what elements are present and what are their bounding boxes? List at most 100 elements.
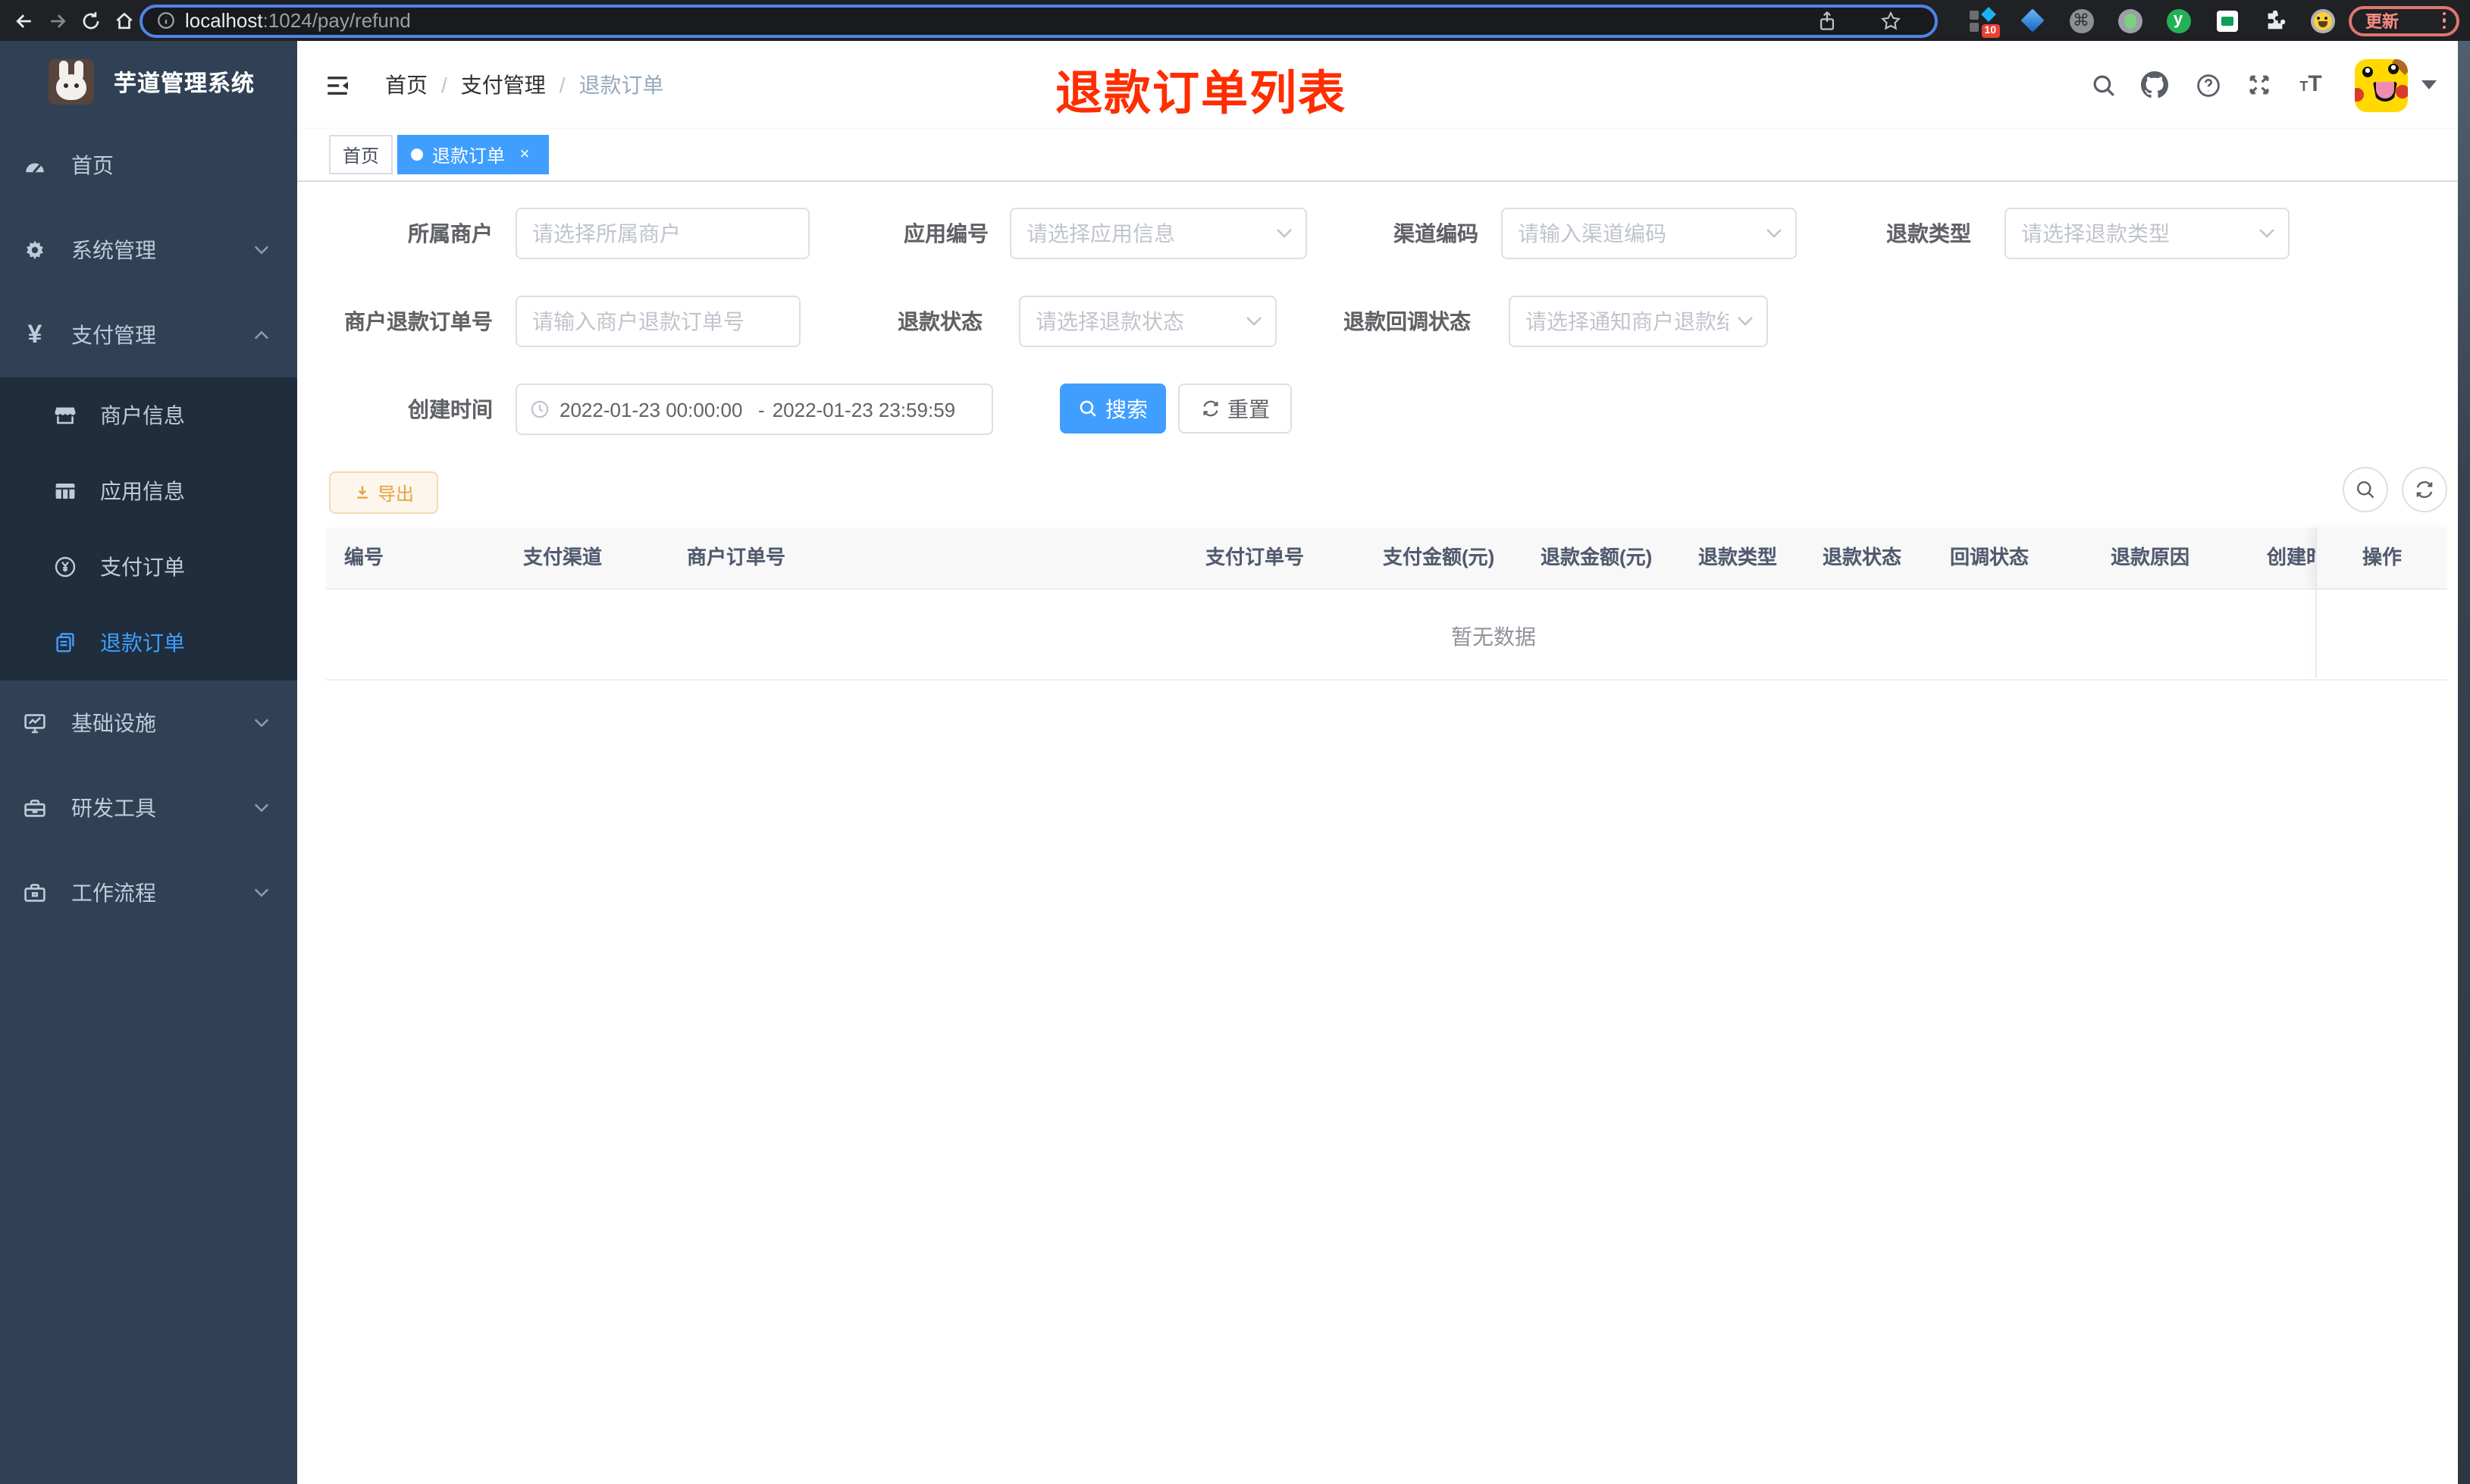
- home-icon: [116, 11, 133, 29]
- merchant-refund-no-input[interactable]: 请输入商户退款订单号: [516, 296, 801, 347]
- tag-label: 首页: [343, 145, 380, 166]
- filter-label-app: 应用编号: [904, 221, 989, 246]
- column-header-refund-status: 退款状态: [1823, 546, 1902, 568]
- tag-home[interactable]: 首页: [329, 135, 393, 174]
- sidebar-item-label: 商户信息: [100, 403, 185, 427]
- sidebar-item-label: 退款订单: [100, 631, 185, 655]
- column-header-refund-type: 退款类型: [1698, 546, 1778, 568]
- app-root: localhost:1024/pay/refund 10 ⌘ y 更新 芋道管理…: [0, 0, 2470, 1484]
- browser-reload-button[interactable]: [73, 0, 109, 41]
- sidebar-toggle-button[interactable]: [318, 67, 355, 103]
- url-host: localhost: [185, 9, 263, 32]
- header-search-button[interactable]: [2089, 71, 2117, 99]
- filter-label-notify-status: 退款回调状态: [1343, 309, 1471, 333]
- sidebar-item-app-info[interactable]: 应用信息: [0, 453, 297, 529]
- chevron-down-icon: [2258, 227, 2276, 240]
- breadcrumb-separator: /: [441, 73, 447, 97]
- sidebar-logo-row[interactable]: 芋道管理系统: [0, 41, 297, 123]
- table-header-row: 编号 支付渠道 商户订单号 支付订单号 支付金额(元) 退款金额(元) 退款类型…: [326, 528, 2447, 590]
- filter-label-merchant-refund-no: 商户退款订单号: [344, 309, 493, 333]
- font-size-button[interactable]: TT: [2294, 71, 2327, 99]
- sidebar-item-dev-tools[interactable]: 研发工具: [0, 765, 297, 850]
- update-label: 更新: [2365, 13, 2399, 31]
- sidebar-item-infrastructure[interactable]: 基础设施: [0, 681, 297, 765]
- bookmark-button[interactable]: [1880, 10, 1901, 31]
- page-title-annotation: 退款订单列表: [1055, 67, 1346, 120]
- breadcrumb-home[interactable]: 首页: [385, 70, 428, 100]
- sidebar-item-system[interactable]: 系统管理: [0, 208, 297, 293]
- browser-toolbar: localhost:1024/pay/refund 10 ⌘ y 更新: [0, 0, 2470, 41]
- sidebar-item-label: 支付订单: [100, 555, 185, 579]
- notify-status-select[interactable]: 请选择通知商户退款结果: [1509, 296, 1768, 347]
- dashboard-icon: [23, 153, 47, 177]
- sidebar-item-pay-order[interactable]: 支付订单: [0, 529, 297, 605]
- tag-close-icon[interactable]: ×: [514, 144, 535, 165]
- merchant-placeholder: 请选择所属商户: [532, 221, 681, 246]
- gear-icon: [23, 238, 47, 262]
- browser-home-button[interactable]: [106, 0, 143, 41]
- text-size-icon: TT: [2299, 71, 2322, 97]
- sidebar-item-home[interactable]: 首页: [0, 123, 297, 208]
- user-avatar[interactable]: [2355, 59, 2408, 112]
- column-header-pay-channel: 支付渠道: [523, 546, 603, 568]
- browser-back-button[interactable]: [6, 0, 42, 41]
- sidebar-item-label: 首页: [71, 153, 114, 177]
- show-search-toggle-button[interactable]: [2343, 467, 2388, 512]
- refund-type-select[interactable]: 请选择退款类型: [2005, 208, 2290, 259]
- sidebar-item-refund-order[interactable]: 退款订单: [0, 605, 297, 681]
- refresh-icon: [2416, 481, 2433, 499]
- sidebar-item-payment[interactable]: ¥ 支付管理: [0, 293, 297, 377]
- fullscreen-button[interactable]: [2246, 71, 2273, 99]
- create-time-range-picker[interactable]: 2022-01-23 00:00:00 - 2022-01-23 23:59:5…: [516, 384, 993, 435]
- refresh-table-button[interactable]: [2402, 467, 2447, 512]
- merchant-input[interactable]: 请选择所属商户: [516, 208, 810, 259]
- share-button[interactable]: [1816, 10, 1838, 31]
- sidebar-item-workflow[interactable]: 工作流程: [0, 850, 297, 935]
- download-icon: [357, 486, 368, 499]
- sidebar-item-merchant-info[interactable]: 商户信息: [0, 377, 297, 453]
- channel-select[interactable]: 请输入渠道编码: [1501, 208, 1797, 259]
- extension-blocks-icon[interactable]: 10: [1967, 6, 1999, 37]
- app-select[interactable]: 请选择应用信息: [1010, 208, 1307, 259]
- browser-update-menu-button[interactable]: 更新: [2349, 5, 2459, 36]
- refund-status-select[interactable]: 请选择退款状态: [1019, 296, 1277, 347]
- url-bar[interactable]: localhost:1024/pay/refund: [139, 4, 1938, 37]
- chevron-down-icon: [253, 802, 270, 814]
- chevron-down-icon: [1765, 227, 1783, 240]
- help-button[interactable]: [2194, 71, 2221, 99]
- extension-dot-circle-icon[interactable]: [2115, 6, 2144, 35]
- sidebar-item-label: 系统管理: [71, 238, 156, 262]
- column-header-pay-amount: 支付金额(元): [1383, 546, 1495, 568]
- extension-chat-icon[interactable]: [2212, 6, 2241, 35]
- tag-refund-order[interactable]: 退款订单 ×: [397, 135, 550, 174]
- avatar-dropdown-caret[interactable]: [2421, 80, 2437, 89]
- page-scrollbar[interactable]: [2458, 41, 2470, 1484]
- extension-puzzle-icon[interactable]: [2261, 6, 2290, 35]
- extension-kite-icon[interactable]: [2018, 6, 2047, 35]
- page-content: 所属商户 请选择所属商户 应用编号 请选择应用信息 渠道编码 请输入渠道编码 退…: [297, 182, 2470, 1484]
- sidebar-item-label: 支付管理: [71, 323, 156, 347]
- page-info-icon[interactable]: [156, 11, 176, 30]
- extension-y-icon[interactable]: y: [2164, 6, 2193, 35]
- date-start-value: 2022-01-23 00:00:00: [560, 398, 743, 421]
- url-path: :1024/pay/refund: [262, 9, 411, 32]
- star-icon: [1881, 10, 1901, 30]
- search-button[interactable]: 搜索: [1060, 384, 1166, 434]
- browser-forward-button[interactable]: [39, 0, 76, 41]
- sidebar-item-label: 工作流程: [71, 881, 156, 905]
- export-button[interactable]: 导出: [329, 471, 438, 514]
- github-button[interactable]: [2141, 71, 2168, 99]
- filter-label-refund-type: 退款类型: [1886, 221, 1971, 246]
- grid-table-icon: [53, 479, 77, 503]
- kebab-menu-icon: [2442, 11, 2446, 30]
- extension-emoji-icon[interactable]: [2308, 6, 2337, 35]
- extension-command-icon[interactable]: ⌘: [2067, 6, 2095, 35]
- navbar: 首页 / 支付管理 / 退款订单 退款订单列表 TT: [297, 41, 2470, 129]
- reset-button[interactable]: 重置: [1178, 384, 1292, 434]
- fullscreen-icon: [2249, 75, 2269, 95]
- breadcrumb-separator: /: [559, 73, 566, 97]
- column-header-merchant-order-no: 商户订单号: [687, 546, 786, 568]
- breadcrumb-payment[interactable]: 支付管理: [461, 70, 546, 100]
- hamburger-icon: [327, 76, 348, 94]
- extension-badge: 10: [1981, 23, 1999, 37]
